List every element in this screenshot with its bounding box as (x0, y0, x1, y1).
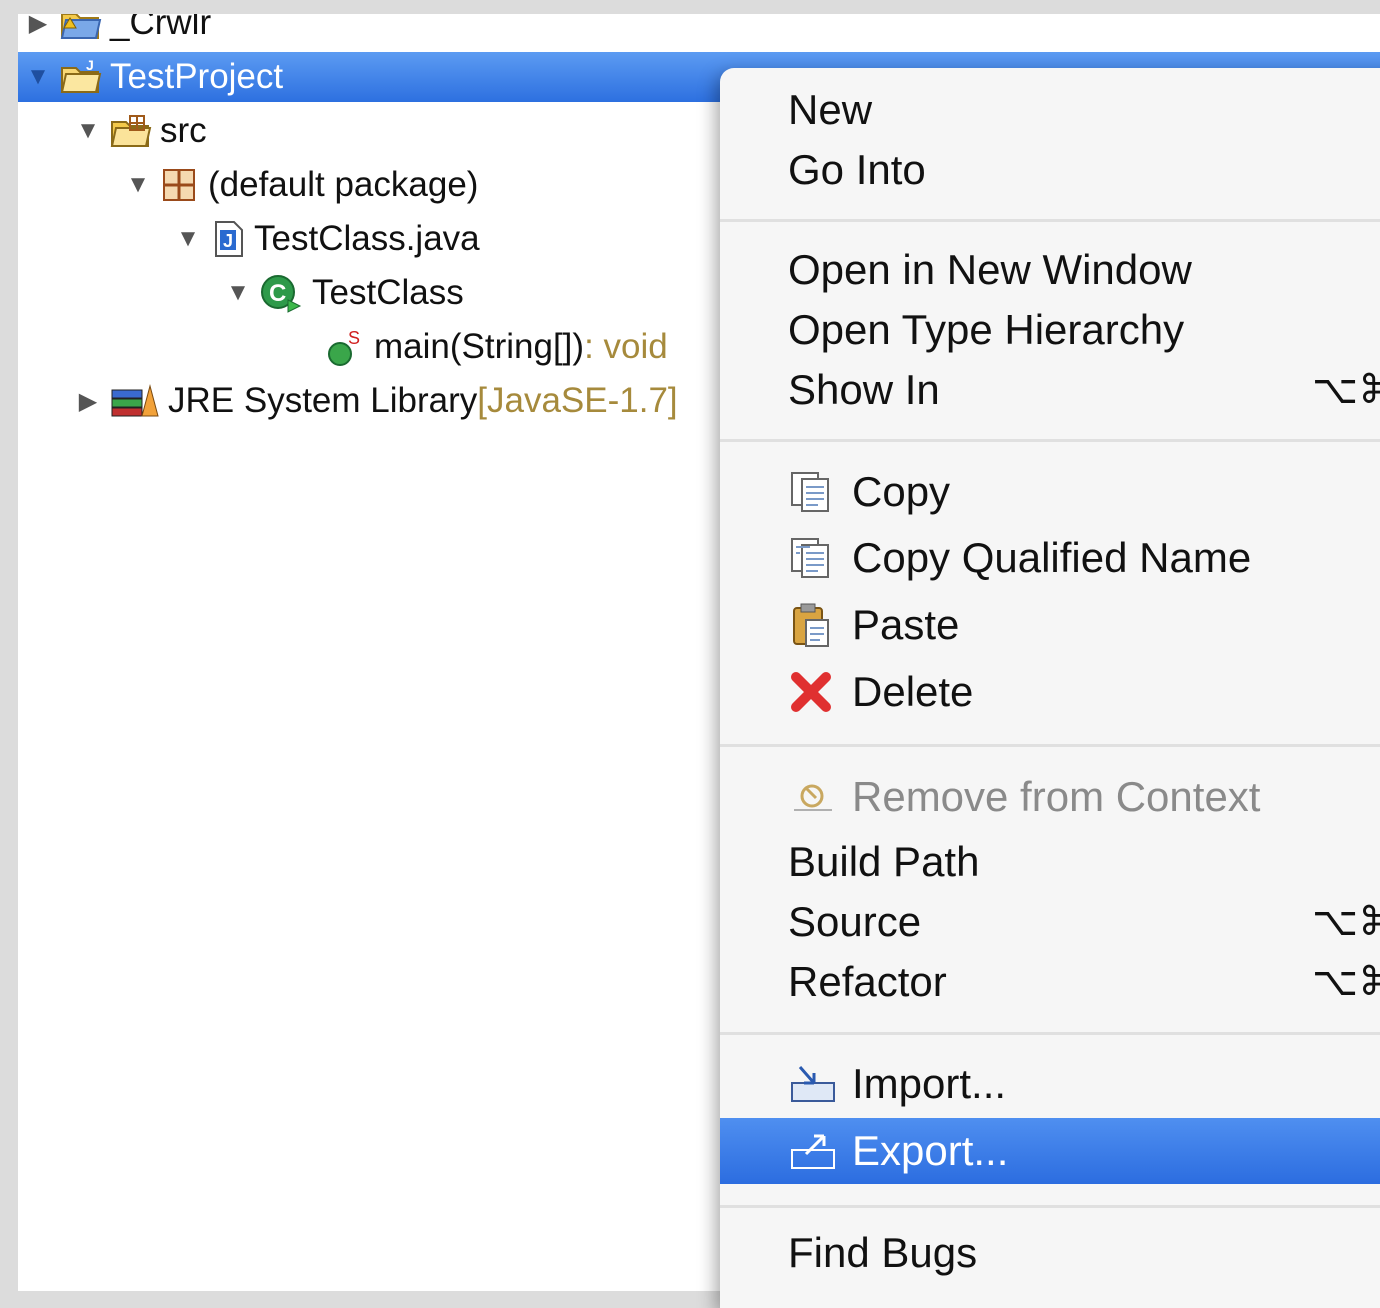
menu-item-show-in[interactable]: Show In ⌥⌘ (720, 358, 1380, 422)
menu-item-refactor[interactable]: Refactor ⌥⌘ (720, 950, 1380, 1014)
menu-item-label: Go Into (788, 146, 926, 193)
tree-item-testclass[interactable]: ▼ C TestClass (224, 268, 464, 318)
menu-item-label: Find Bugs (788, 1229, 978, 1276)
menu-item-paste[interactable]: Paste (720, 593, 1380, 657)
java-project-icon: J (60, 57, 102, 96)
menu-item-remove-from-context[interactable]: Remove from Context (720, 765, 1380, 829)
return-type-decoration: : void (584, 327, 668, 366)
menu-item-label: Copy (852, 468, 951, 515)
expanded-triangle-icon[interactable]: ▼ (74, 117, 102, 145)
menu-item-label: Build Path (788, 838, 980, 885)
paste-icon (788, 602, 838, 648)
svg-text:J: J (223, 231, 233, 251)
tree-item-label: JRE System Library (168, 381, 478, 420)
menu-item-label: Remove from Context (852, 773, 1261, 820)
svg-text:J: J (86, 58, 94, 73)
svg-text:S: S (348, 328, 360, 348)
menu-shortcut: ⌥⌘ (1312, 900, 1380, 944)
tree-item-label: _Crwlr (110, 14, 212, 42)
tree-item-src[interactable]: ▼ src (74, 106, 207, 156)
menu-separator (720, 744, 1380, 747)
menu-item-delete[interactable]: Delete (720, 660, 1380, 724)
collapsed-triangle-icon[interactable]: ▶ (24, 14, 52, 38)
library-version-decoration: [JavaSE-1.7] (477, 381, 678, 420)
menu-item-label: Open in New Window (788, 246, 1192, 293)
expanded-triangle-icon[interactable]: ▼ (174, 225, 202, 253)
svg-text:C: C (269, 280, 286, 307)
copy-qualified-name-icon (788, 535, 838, 581)
menu-item-open-type-hierarchy[interactable]: Open Type Hierarchy (720, 298, 1380, 362)
collapsed-triangle-icon[interactable]: ▶ (74, 387, 102, 416)
menu-item-build-path[interactable]: Build Path (720, 830, 1380, 894)
menu-item-label: Delete (852, 668, 974, 715)
java-file-icon: J (210, 220, 246, 258)
menu-item-go-into[interactable]: Go Into (720, 138, 1380, 202)
menu-item-label: Copy Qualified Name (852, 534, 1252, 581)
menu-shortcut: ⌥⌘ (1312, 368, 1380, 412)
menu-item-open-in-new-window[interactable]: Open in New Window (720, 238, 1380, 302)
tree-item-label: main(String[]) (374, 327, 585, 366)
expanded-triangle-icon[interactable]: ▼ (124, 171, 152, 199)
menu-item-copy[interactable]: Copy (720, 460, 1380, 524)
tree-item-label: TestClass (312, 273, 464, 312)
tree-item-main-method[interactable]: S main(String[]) : void (326, 322, 668, 372)
expanded-triangle-icon[interactable]: ▼ (24, 63, 52, 91)
static-method-icon: S (326, 328, 366, 366)
package-icon (160, 166, 200, 204)
remove-context-icon (788, 774, 838, 820)
menu-item-label: Refactor (788, 958, 947, 1005)
menu-separator (720, 1032, 1380, 1035)
tree-item-default-package[interactable]: ▼ (default package) (124, 160, 478, 210)
menu-item-label: Export... (852, 1127, 1009, 1174)
menu-item-copy-qualified-name[interactable]: Copy Qualified Name (720, 526, 1380, 590)
tree-item-label: TestClass.java (254, 219, 480, 258)
class-run-icon: C (260, 274, 304, 313)
source-folder-icon (110, 112, 152, 150)
menu-separator (720, 219, 1380, 222)
menu-item-label: Import... (852, 1060, 1007, 1107)
delete-icon (788, 669, 838, 715)
menu-item-new[interactable]: New (720, 78, 1380, 142)
tree-item-label: TestProject (110, 57, 284, 96)
menu-item-label: Paste (852, 601, 960, 648)
export-icon (788, 1128, 838, 1174)
tree-item-testclass-java[interactable]: ▼ J TestClass.java (174, 214, 480, 264)
menu-separator (720, 1205, 1380, 1208)
menu-item-label: New (788, 86, 873, 133)
context-menu: New Go Into Open in New Window Open Type… (720, 68, 1380, 1308)
copy-icon (788, 469, 838, 515)
menu-item-find-bugs[interactable]: Find Bugs (720, 1221, 1380, 1285)
menu-item-import[interactable]: Import... (720, 1052, 1380, 1116)
menu-item-label: Show In (788, 366, 940, 413)
tree-item-crwlr[interactable]: ▶ _Crwlr (24, 14, 211, 48)
menu-item-label: Source (788, 898, 922, 945)
menu-shortcut: ⌥⌘ (1312, 960, 1380, 1004)
menu-separator (720, 439, 1380, 442)
tree-item-jre-library[interactable]: ▶ JRE System Library [JavaSE-1.7] (74, 376, 678, 426)
expanded-triangle-icon[interactable]: ▼ (224, 279, 252, 307)
menu-item-source[interactable]: Source ⌥⌘ (720, 890, 1380, 954)
project-folder-warning-icon (60, 14, 102, 42)
menu-item-export[interactable]: Export... (720, 1118, 1380, 1184)
library-icon (110, 382, 160, 420)
menu-item-label: Open Type Hierarchy (788, 306, 1185, 353)
tree-item-label: (default package) (208, 165, 479, 204)
import-icon (788, 1061, 838, 1107)
tree-item-label: src (160, 111, 207, 150)
